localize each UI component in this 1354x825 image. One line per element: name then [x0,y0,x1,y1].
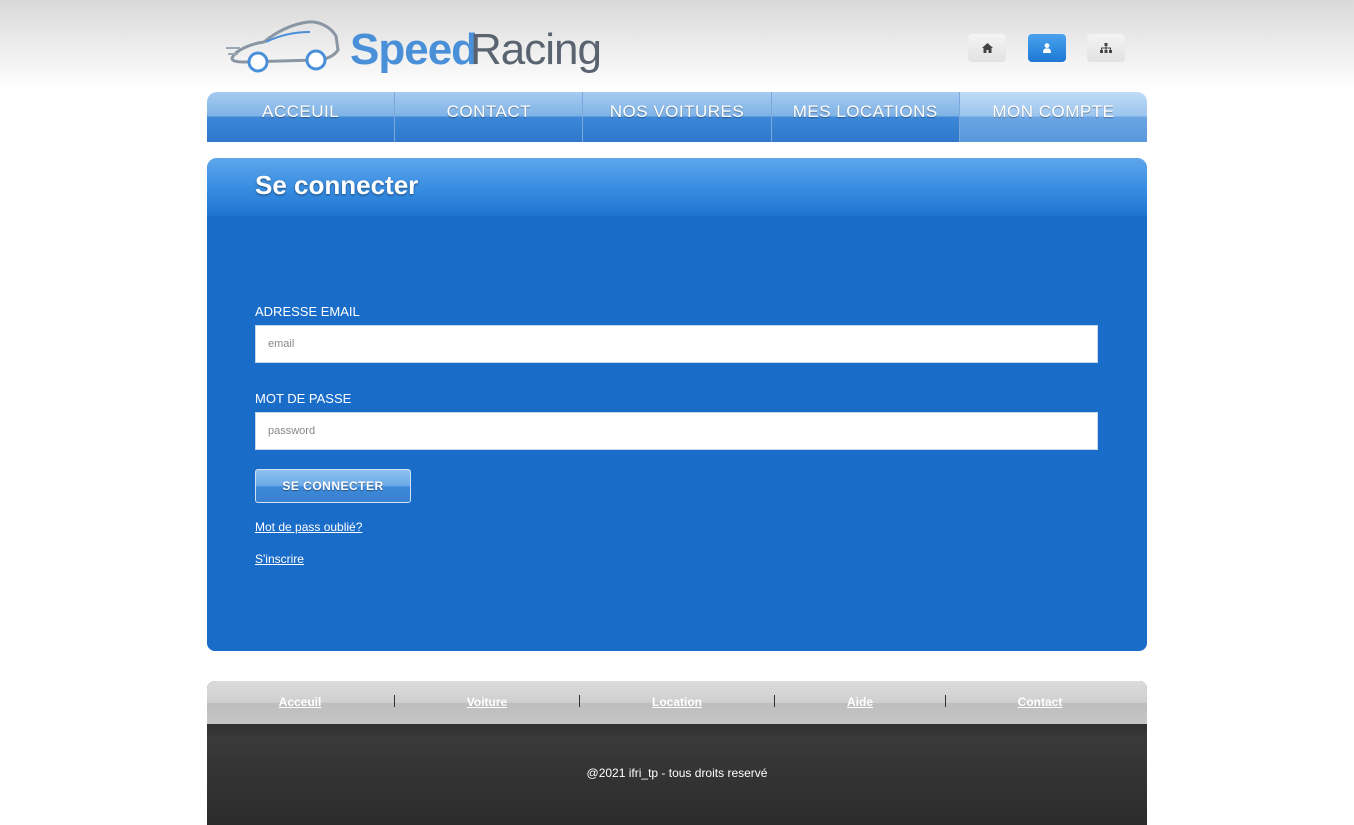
page-title: Se connecter [255,170,419,200]
footer-link-voiture[interactable]: Voiture [467,695,507,709]
main-nav: ACCEUIL CONTACT NOS VOITURES MES LOCATIO… [207,92,1148,142]
login-panel-header: Se connecter [207,158,1147,216]
footer-nav: Acceuil Voiture Location Aide Contact [207,681,1147,724]
footer-separator [394,695,395,707]
sitemap-icon [1100,43,1112,53]
footer-separator [945,695,946,707]
site-logo[interactable]: Speed Racing [226,14,602,76]
footer-separator [579,695,580,707]
sitemap-button[interactable] [1087,34,1125,62]
nav-nos-voitures[interactable]: NOS VOITURES [583,92,772,142]
footer-separator [774,695,775,707]
user-icon [1043,43,1051,53]
password-field[interactable] [255,412,1098,450]
account-button[interactable] [1028,34,1066,62]
login-panel: Se connecter ADRESSE EMAIL MOT DE PASSE … [207,158,1147,651]
home-button[interactable] [968,34,1006,62]
footer: Acceuil Voiture Location Aide Contact @2… [207,681,1147,825]
nav-mon-compte[interactable]: MON COMPTE [959,92,1148,142]
forgot-password-link[interactable]: Mot de pass oublié? [255,520,362,534]
car-logo-icon [226,20,340,73]
footer-link-acceuil[interactable]: Acceuil [279,695,322,709]
password-label: MOT DE PASSE [255,391,352,406]
footer-link-contact[interactable]: Contact [1018,695,1063,709]
footer-link-location[interactable]: Location [652,695,702,709]
footer-link-aide[interactable]: Aide [847,695,873,709]
copyright-text: @2021 ifri_tp - tous droits reservé [586,766,768,780]
logo-speed-text: Speed [350,25,478,74]
login-button[interactable]: SE CONNECTER [255,469,411,503]
register-link[interactable]: S'inscrire [255,552,304,566]
home-icon [981,43,993,53]
nav-mes-locations[interactable]: MES LOCATIONS [771,92,960,142]
nav-contact[interactable]: CONTACT [395,92,584,142]
nav-acceuil[interactable]: ACCEUIL [207,92,396,142]
email-label: ADRESSE EMAIL [255,304,360,319]
logo-racing-text: Racing [470,25,602,74]
email-field[interactable] [255,325,1098,363]
